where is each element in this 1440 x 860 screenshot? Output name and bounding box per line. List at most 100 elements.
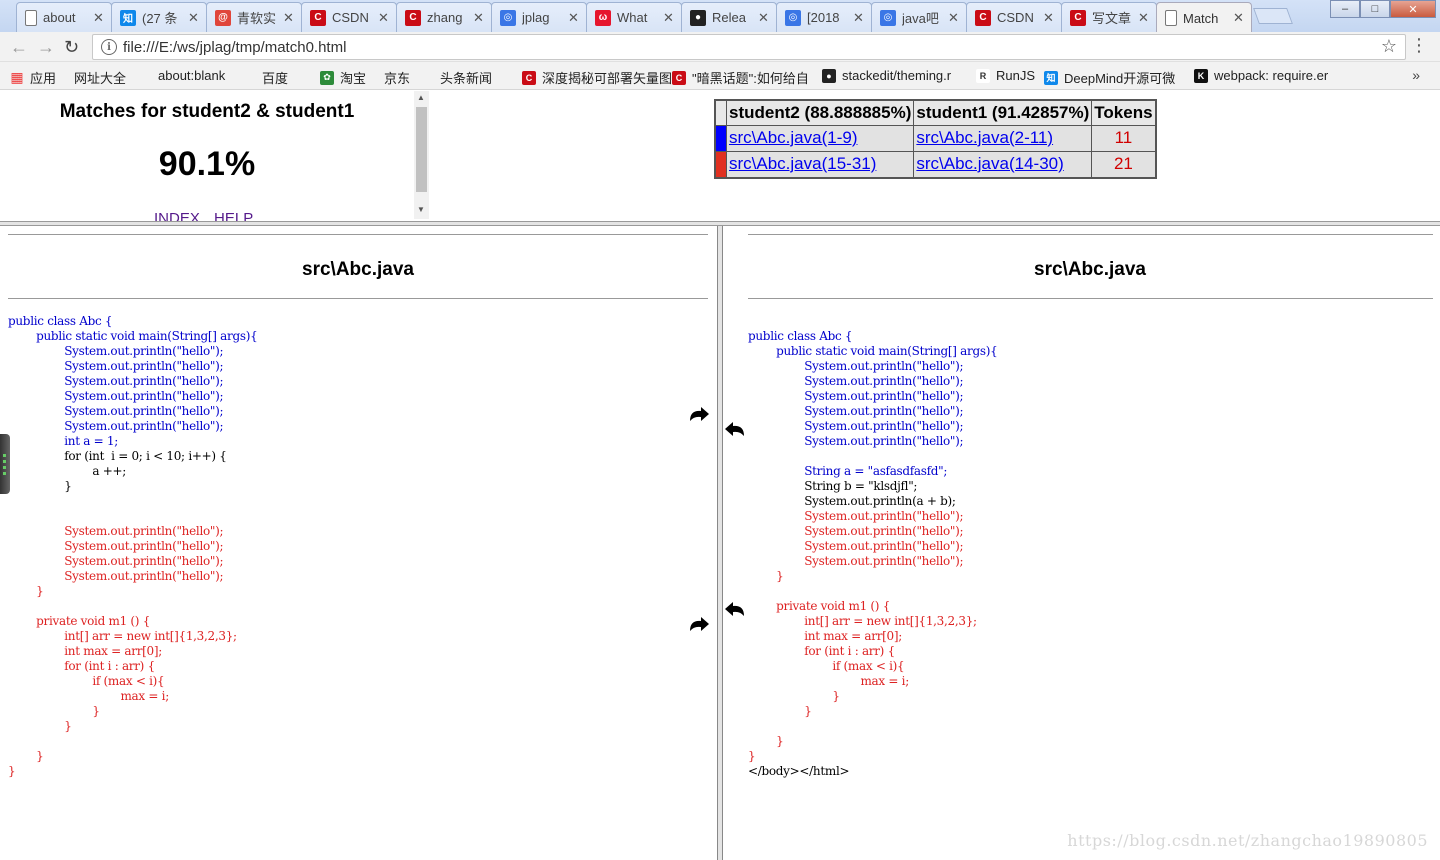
bookmark-item[interactable]: ✿ 淘宝 [320,68,366,87]
bookmark-item[interactable]: ▦ 应用 [10,68,56,87]
bookmark-label: 头条新闻 [440,71,493,86]
match-table: student2 (88.888885%) student1 (91.42857… [714,99,1157,179]
divider [8,298,708,299]
close-tab-icon[interactable]: ✕ [378,10,390,26]
back-arrow-icon[interactable]: ← [10,37,28,58]
minimize-button[interactable]: – [1330,0,1360,18]
bookmark-item[interactable]: C 深度揭秘可部署矢量图 [522,68,672,87]
close-tab-icon[interactable]: ✕ [473,10,485,26]
top-frame: Matches for student2 & student1 90.1% IN… [0,91,1440,221]
bookmark-item[interactable]: 知 DeepMind开源可微 [1044,68,1175,87]
jump-arrow-icon[interactable] [723,421,747,441]
bookmark-label: webpack: require.er [1214,68,1329,83]
page-content: Matches for student2 & student1 90.1% IN… [0,91,1440,860]
browser-tab[interactable]: ● Relea ✕ [681,2,777,32]
scrollbar-thumb[interactable] [416,107,427,192]
index-link[interactable]: INDEX [154,210,200,221]
table-row: src\Abc.java(1-9) src\Abc.java(2-11) 11 [714,124,1157,152]
bookmark-label: 京东 [384,71,411,86]
address-bar[interactable]: i file:///E:/ws/jplag/tmp/match0.html ☆ [92,34,1406,60]
maximize-button[interactable]: □ [1360,0,1390,18]
browser-tab[interactable]: C 写文章 ✕ [1061,2,1157,32]
help-link[interactable]: HELP [214,210,253,221]
tab-title: 写文章 [1092,11,1132,26]
left-match-link[interactable]: src\Abc.java(15-31) [729,154,876,173]
left-code-match-1: public class Abc { public static void ma… [8,314,258,448]
browser-tab[interactable]: C CSDN ✕ [966,2,1062,32]
tab-title: 青软实 [237,11,277,26]
csdn-icon: C [672,70,686,85]
left-match-link[interactable]: src\Abc.java(1-9) [729,128,857,147]
right-match-cell: src\Abc.java(2-11) [913,124,1093,152]
browser-tab[interactable]: Czhang ✕ [396,2,492,32]
close-tab-icon[interactable]: ✕ [1138,10,1150,26]
browser-toolbar: ← → ↻ i file:///E:/ws/jplag/tmp/match0.h… [0,32,1440,62]
close-tab-icon[interactable]: ✕ [758,10,770,26]
close-tab-icon[interactable]: ✕ [93,10,105,26]
close-tab-icon[interactable]: ✕ [1233,10,1245,26]
close-window-button[interactable]: ✕ [1390,0,1436,18]
match-title: Matches for student2 & student1 [59,101,355,122]
left-code-unmatched: for (int i = 0; i < 10; i++) { a ++; } [64,449,227,493]
tab-title: jplag [522,10,550,25]
left-code-block: public class Abc { public static void ma… [8,314,258,779]
browser-tab[interactable]: Match ✕ [1156,2,1252,33]
bookmark-label: "暗黑话题":如何给自 [692,71,809,86]
tab-title: CSDN [997,10,1034,25]
bookmark-label: 百度 [262,71,289,86]
bookmark-item[interactable]: C "暗黑话题":如何给自 [672,68,809,87]
bookmark-label: 淘宝 [340,71,367,86]
close-tab-icon[interactable]: ✕ [1043,10,1055,26]
close-tab-icon[interactable]: ✕ [568,10,580,26]
csdn-icon: C [405,9,421,26]
right-match-link[interactable]: src\Abc.java(2-11) [916,128,1053,147]
bookmark-label: DeepMind开源可微 [1064,71,1176,86]
close-tab-icon[interactable]: ✕ [948,10,960,26]
bookmark-item[interactable]: R RunJS [976,68,1035,83]
tokens-cell: 11 [1091,124,1157,152]
browser-tab[interactable]: ◎ java吧 ✕ [871,2,967,32]
browser-tab[interactable]: 知 (27 条 ✕ [111,2,207,32]
bookmark-item[interactable]: about:blank [158,68,225,83]
jump-arrow-icon[interactable] [723,601,747,621]
close-tab-icon[interactable]: ✕ [663,10,675,26]
browser-tab[interactable]: C CSDN ✕ [301,2,397,32]
k-icon: K [1194,68,1208,83]
window-controls: – □ ✕ [1330,0,1436,18]
match-color-swatch [714,150,727,178]
right-code-match-2: System.out.println("hello"); System.out.… [748,509,977,763]
close-tab-icon[interactable]: ✕ [283,10,295,26]
left-code-match-2: System.out.println("hello"); System.out.… [8,524,237,778]
scroll-up-arrow-icon[interactable]: ▲ [417,93,425,102]
left-file-title: src\Abc.java [302,259,414,280]
desktop-gadget-handle[interactable] [0,434,10,494]
zhihu-icon: 知 [120,9,136,26]
left-match-cell: src\Abc.java(15-31) [725,150,915,178]
browser-tab[interactable]: ω What ✕ [586,2,682,32]
summary-scrollbar[interactable]: ▲ ▼ [414,91,429,219]
left-match-cell: src\Abc.java(1-9) [725,124,915,152]
bookmark-star-icon[interactable]: ☆ [1381,36,1397,57]
reload-icon[interactable]: ↻ [64,37,79,58]
right-match-link[interactable]: src\Abc.java(14-30) [916,154,1063,173]
browser-tab[interactable]: about ✕ [16,2,112,32]
scroll-down-arrow-icon[interactable]: ▼ [417,205,425,214]
menu-dots-icon[interactable]: ⋮ [1410,36,1428,54]
close-tab-icon[interactable]: ✕ [188,10,200,26]
bookmark-item[interactable]: Kwebpack: require.er [1194,68,1328,83]
browser-tab[interactable]: ◎ jplag ✕ [491,2,587,32]
close-tab-icon[interactable]: ✕ [853,10,865,26]
forward-arrow-icon[interactable]: → [37,37,55,58]
bookmark-item[interactable]: 头条新闻 [440,68,492,87]
browser-tab[interactable]: @ 青软实 ✕ [206,2,302,32]
jump-arrow-icon[interactable] [687,406,711,426]
bookmarks-overflow-button[interactable]: » [1412,67,1420,83]
bookmark-item[interactable]: ● stackedit/theming.r [822,68,951,83]
info-icon[interactable]: i [101,39,117,55]
bookmark-item[interactable]: 京东 [384,68,410,87]
jump-arrow-icon[interactable] [687,616,711,636]
bookmark-item[interactable]: 百度 [262,68,288,87]
bookmark-item[interactable]: 网址大全 [74,68,126,87]
new-tab-button[interactable] [1253,8,1293,24]
browser-tab[interactable]: ◎ [2018 ✕ [776,2,872,32]
